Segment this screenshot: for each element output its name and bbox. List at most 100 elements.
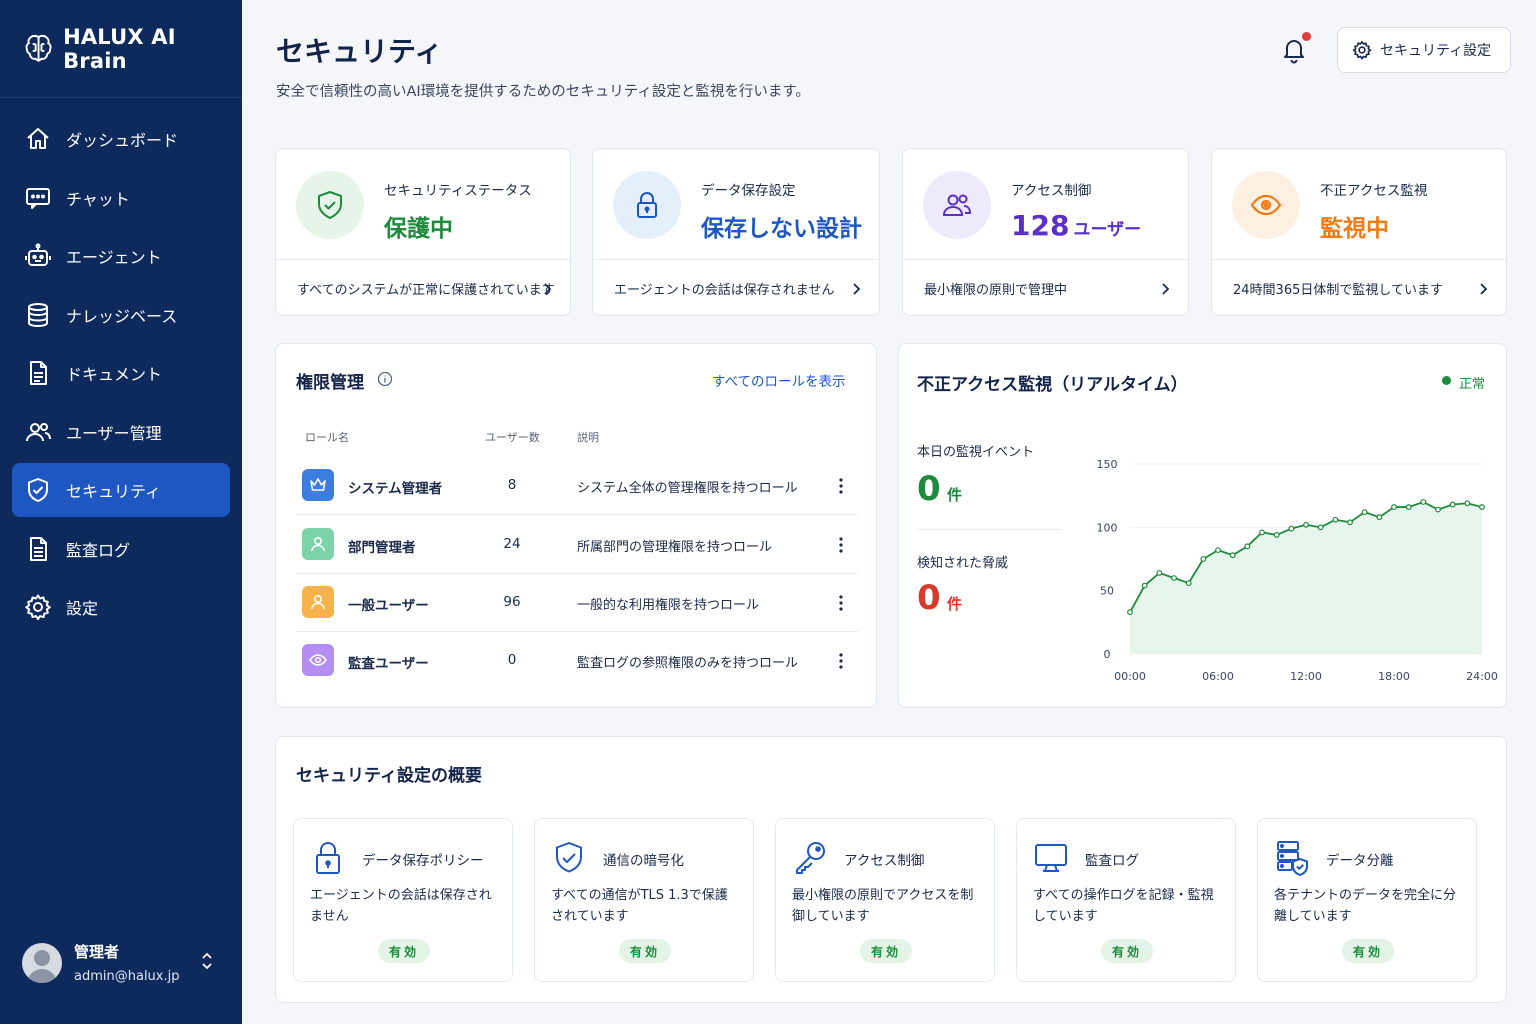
data-point [1127,609,1133,616]
stat-footer-link[interactable]: エージェントの会話は保存されません [593,259,879,317]
status-badge: 有効 [1342,939,1394,963]
y-tick-label: 0 [1104,648,1111,661]
y-tick-label: 150 [1097,458,1118,471]
sidebar-item-label: 設定 [66,599,99,618]
sidebar-item-knowledge[interactable]: ナレッジベース [12,288,230,342]
users-icon [26,422,51,441]
chevron-right-icon [1162,283,1170,295]
sidebar-item-chat[interactable]: チャット [12,171,230,225]
data-point [1332,516,1339,523]
role-icon-bg [302,644,334,676]
monitor-title: 不正アクセス監視（リアルタイム） [917,375,1188,395]
sidebar: HALUX AI Brain ダッシュボード チャット エージェント ナレッジベ… [0,0,242,1024]
chevron-right-icon [853,283,861,295]
stat-footer-link[interactable]: すべてのシステムが正常に保護されています [276,259,570,317]
role-name: システム管理者 [348,481,443,497]
sidebar-item-label: エージェント [66,248,162,267]
sidebar-item-security[interactable]: セキュリティ [12,463,230,517]
info-icon[interactable] [377,371,393,387]
stat-value: 監視中 [1320,216,1389,242]
table-row[interactable]: 一般ユーザー 96 一般的な利用権限を持つロール [296,574,858,632]
table-row[interactable]: システム管理者 8 システム全体の管理権限を持つロール [296,457,858,515]
stat-value: 保護中 [384,216,453,242]
role-description: システム全体の管理権限を持つロール [577,481,798,496]
chevron-up-down-icon[interactable] [200,951,214,971]
chevron-right-icon [1480,283,1488,295]
stat-footer-text: 最小権限の原則で管理中 [924,283,1068,298]
more-vertical-icon[interactable] [834,534,848,556]
table-row[interactable]: 監査ユーザー 0 監査ログの参照権限のみを持つロール [296,632,858,690]
threats-value: 0 [917,578,941,618]
stat-label: セキュリティステータス [384,183,532,199]
stat-card-access-control[interactable]: アクセス制御 128 ユーザー 最小権限の原則で管理中 [902,148,1189,316]
more-vertical-icon[interactable] [834,650,848,672]
more-vertical-icon[interactable] [834,475,848,497]
role-name: 一般ユーザー [348,598,429,614]
gear-icon [1352,40,1372,60]
eye-icon [309,654,327,666]
overview-item-audit-log[interactable]: 監査ログ すべての操作ログを記録・監視しています 有効 [1016,818,1236,982]
more-vertical-icon[interactable] [834,592,848,614]
stat-label: 不正アクセス監視 [1320,183,1428,199]
data-point [1420,499,1427,505]
stat-footer-link[interactable]: 最小権限の原則で管理中 [903,259,1188,317]
lock-icon [637,192,657,218]
sidebar-item-audit-log[interactable]: 監査ログ [12,522,230,576]
stat-value: 保存しない設計 [701,216,862,242]
stat-card-security-status[interactable]: セキュリティステータス 保護中 すべてのシステムが正常に保護されています [275,148,571,316]
security-settings-label: セキュリティ設定 [1380,43,1492,59]
data-point [1361,509,1368,516]
brand[interactable]: HALUX AI Brain [0,0,242,98]
sidebar-item-agents[interactable]: エージェント [12,229,230,283]
th-description: 説明 [577,431,599,444]
status-text: 正常 [1459,377,1486,392]
log-icon [30,536,47,561]
th-user-count: ユーザー数 [485,431,540,444]
security-settings-button[interactable]: セキュリティ設定 [1337,27,1511,73]
sidebar-item-dashboard[interactable]: ダッシュボード [12,112,230,166]
stat-card-intrusion-monitoring[interactable]: 不正アクセス監視 監視中 24時間365日体制で監視しています [1211,148,1507,316]
data-point [1185,580,1192,586]
data-point [1229,552,1236,559]
data-point [1347,519,1353,526]
overview-item-data-isolation[interactable]: データ分離 各テナントのデータを完全に分離しています 有効 [1257,818,1477,982]
brand-name: HALUX AI Brain [63,24,176,73]
lock-icon [316,842,340,874]
stat-label: データ保存設定 [701,183,796,199]
brain-logo-icon [25,34,52,62]
stat-card-data-retention[interactable]: データ保存設定 保存しない設計 エージェントの会話は保存されません [592,148,880,316]
roles-card: 権限管理 すべてのロールを表示 ロール名 ユーザー数 説明 システム管理者 8 … [275,343,877,708]
x-tick-label: 12:00 [1290,670,1322,683]
sidebar-item-users[interactable]: ユーザー管理 [12,405,230,459]
data-point [1303,521,1309,528]
stat-footer-text: すべてのシステムが正常に保護されています [297,283,555,298]
table-row[interactable]: 部門管理者 24 所属部門の管理権限を持つロール [296,516,858,574]
stat-footer-link[interactable]: 24時間365日体制で監視しています [1212,259,1506,317]
page-subtitle: 安全で信頼性の高いAI環境を提供するためのセキュリティ設定と監視を行います。 [276,84,810,100]
overview-item-desc: すべての操作ログを記録・監視しています [1033,888,1214,924]
overview-item-desc: エージェントの会話は保存されません [310,888,492,924]
role-name: 部門管理者 [348,540,416,556]
crown-icon [310,478,326,491]
user-menu[interactable]: 管理者 admin@halux.jp [22,941,222,984]
role-description: 一般的な利用権限を持つロール [577,598,760,613]
stat-label: アクセス制御 [1011,183,1092,199]
sidebar-item-settings[interactable]: 設定 [12,580,230,634]
overview-item-access-control[interactable]: アクセス制御 最小権限の原則でアクセスを制御しています 有効 [775,818,995,982]
shield-check-icon [318,191,342,219]
data-point [1464,500,1471,507]
th-role-name: ロール名 [305,431,349,444]
x-tick-label: 18:00 [1378,670,1410,683]
overview-item-desc: 最小権限の原則でアクセスを制御しています [792,888,974,924]
sidebar-item-documents[interactable]: ドキュメント [12,346,230,400]
stat-value: 128 ユーザー [1011,209,1142,242]
overview-item-data-retention[interactable]: データ保存ポリシー エージェントの会話は保存されません 有効 [293,818,513,982]
overview-item-encryption[interactable]: 通信の暗号化 すべての通信がTLS 1.3で保護されています 有効 [534,818,754,982]
user-icon [311,536,325,552]
x-tick-label: 24:00 [1466,670,1498,683]
role-description: 監査ログの参照権限のみを持つロール [577,656,799,671]
users-icon [942,194,972,216]
gear-icon [25,594,51,621]
overview-title: セキュリティ設定の概要 [296,766,482,786]
view-all-roles-link[interactable]: すべてのロールを表示 [712,370,846,390]
